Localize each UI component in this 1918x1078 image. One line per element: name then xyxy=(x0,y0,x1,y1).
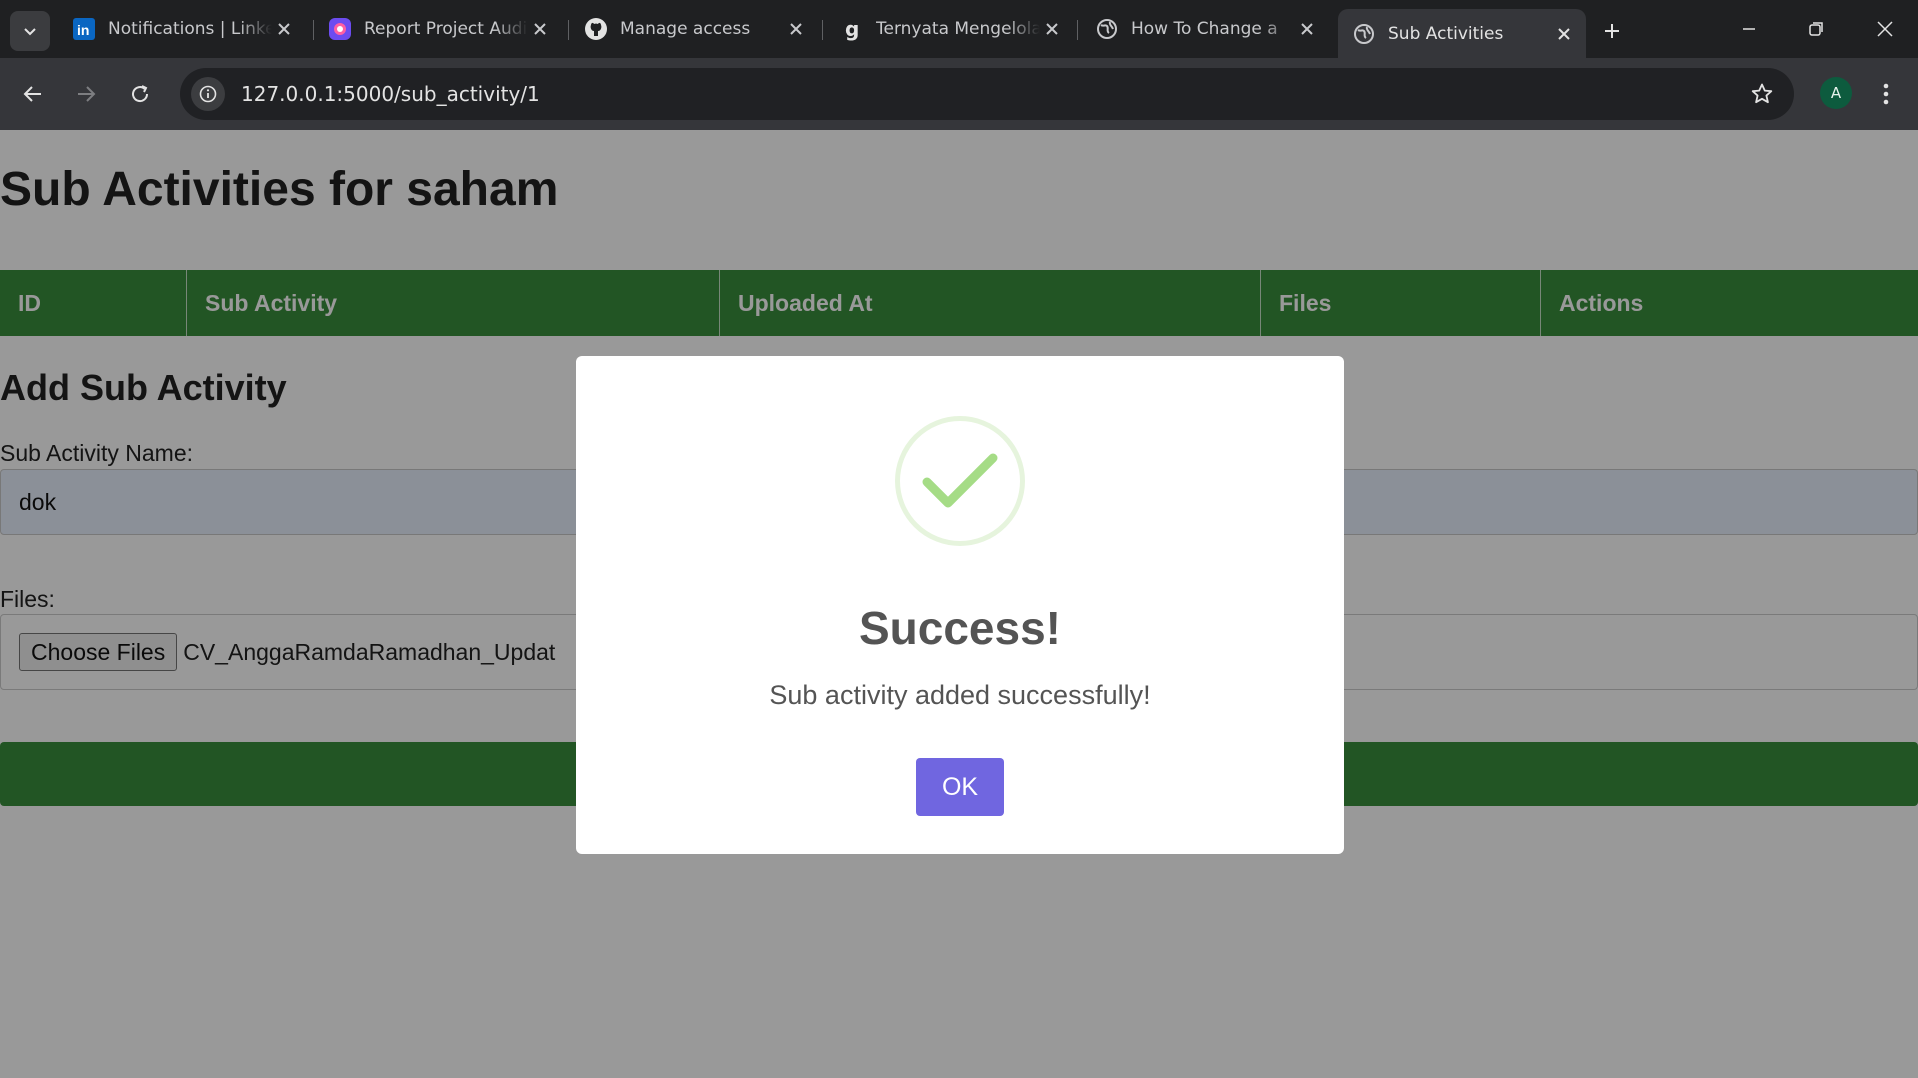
minimize-icon xyxy=(1743,28,1755,30)
tab-report-project[interactable]: Report Project Audit xyxy=(314,9,562,49)
close-icon[interactable] xyxy=(272,17,296,41)
close-icon[interactable] xyxy=(1552,22,1576,46)
tab-divider xyxy=(568,20,569,40)
forward-button[interactable] xyxy=(66,74,106,114)
close-icon[interactable] xyxy=(784,17,808,41)
dialog-title: Success! xyxy=(858,602,1061,654)
linkedin-icon: in xyxy=(72,17,96,41)
chevron-down-icon xyxy=(24,28,36,36)
restore-button[interactable] xyxy=(1783,0,1849,58)
tab-manage-access[interactable]: Manage access xyxy=(570,9,818,49)
arrow-left-icon xyxy=(23,86,41,102)
success-check-icon xyxy=(895,416,1025,546)
close-window-button[interactable] xyxy=(1852,0,1918,58)
site-info-icon[interactable] xyxy=(191,77,225,111)
minimize-button[interactable] xyxy=(1716,0,1782,58)
close-icon xyxy=(1877,21,1893,37)
new-tab-button[interactable] xyxy=(1594,13,1630,49)
profile-avatar[interactable]: A xyxy=(1820,77,1852,109)
back-button[interactable] xyxy=(13,74,53,114)
app-icon xyxy=(328,17,352,41)
tab-divider xyxy=(822,20,823,40)
tab-title: Ternyata Mengelola xyxy=(876,19,1040,39)
svg-text:g: g xyxy=(845,17,859,41)
g-icon: g xyxy=(840,17,864,41)
tab-ternyata[interactable]: g Ternyata Mengelola xyxy=(826,9,1074,49)
reload-icon xyxy=(132,85,149,103)
tab-strip: in Notifications | LinkedIn Report Proje… xyxy=(0,0,1918,58)
tab-how-to-change[interactable]: How To Change a xyxy=(1081,9,1329,49)
tab-linkedin[interactable]: in Notifications | LinkedIn xyxy=(58,9,306,49)
tab-sub-activities[interactable]: Sub Activities xyxy=(1338,9,1586,58)
reload-button[interactable] xyxy=(120,74,160,114)
tab-title: Manage access xyxy=(620,19,751,39)
arrow-right-icon xyxy=(78,86,96,102)
restore-icon xyxy=(1809,22,1823,36)
success-dialog: Success! Sub activity added successfully… xyxy=(576,356,1344,854)
close-icon[interactable] xyxy=(528,17,552,41)
tab-search-button[interactable] xyxy=(10,11,50,51)
tab-title: Report Project Audit xyxy=(364,19,528,39)
svg-text:in: in xyxy=(77,22,89,38)
globe-icon xyxy=(1095,17,1119,41)
bookmark-star-icon[interactable] xyxy=(1748,80,1776,108)
dialog-message: Sub activity added successfully! xyxy=(769,680,1151,710)
url-text: 127.0.0.1:5000/sub_activity/1 xyxy=(241,82,540,106)
tab-divider xyxy=(1077,20,1078,40)
github-icon xyxy=(584,17,608,41)
tab-title: How To Change a xyxy=(1131,19,1278,39)
close-icon[interactable] xyxy=(1040,17,1064,41)
menu-kebab-icon[interactable] xyxy=(1872,76,1900,112)
globe-icon xyxy=(1352,22,1376,46)
ok-button[interactable]: OK xyxy=(916,758,1004,816)
address-bar[interactable]: 127.0.0.1:5000/sub_activity/1 xyxy=(180,68,1794,120)
browser-toolbar: 127.0.0.1:5000/sub_activity/1 A xyxy=(0,58,1918,130)
plus-icon xyxy=(1605,24,1619,38)
tab-title: Notifications | LinkedIn xyxy=(108,19,272,39)
tab-title: Sub Activities xyxy=(1388,23,1504,44)
close-icon[interactable] xyxy=(1295,17,1319,41)
